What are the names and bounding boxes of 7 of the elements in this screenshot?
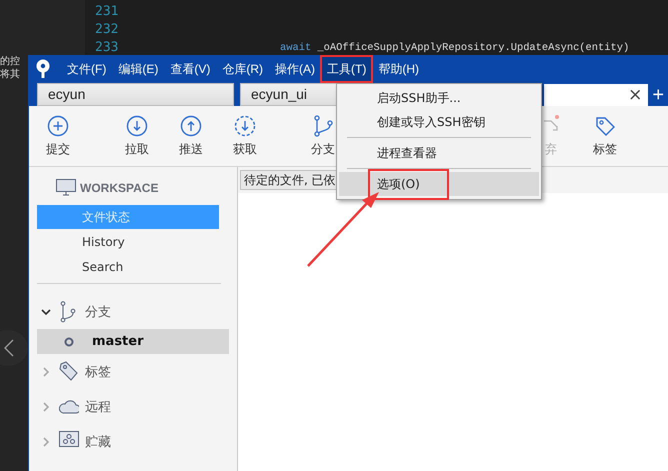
panel-text: 将其 [0,68,20,81]
line-number: 231 [95,3,120,21]
workspace-header: WORKSPACE [80,181,158,195]
panel-text: 的控 [0,55,20,68]
code-line: await _oAOfficeSupplyApplyRepository.UpdateAsync(entity) [280,41,630,56]
line-number: 233 [95,39,120,57]
line-number: 232 [95,21,120,39]
